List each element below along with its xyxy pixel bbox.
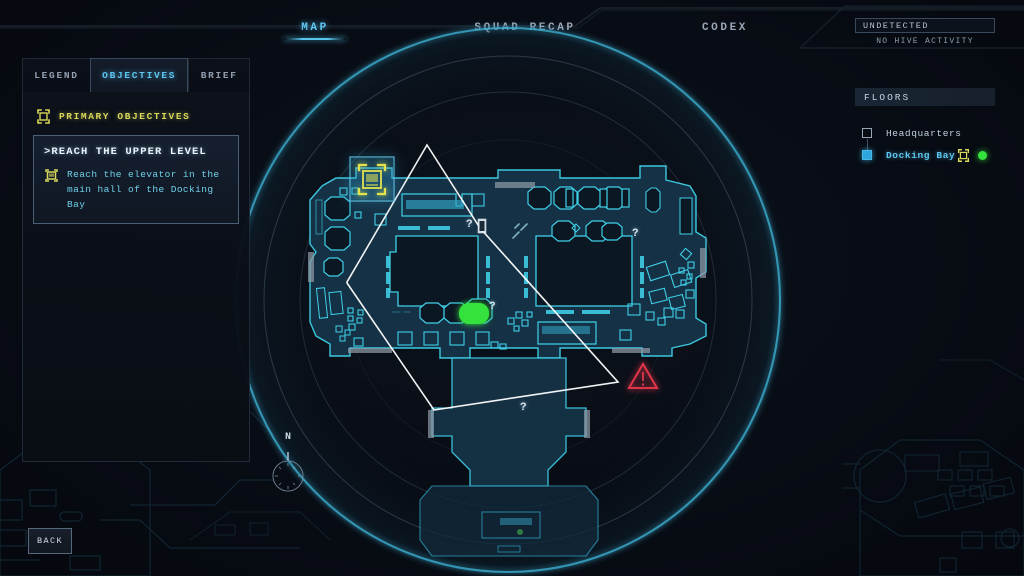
map-level-geometry [308, 165, 707, 557]
hive-activity-text: NO HIVE ACTIVITY [876, 37, 974, 46]
tab-legend[interactable]: LEGEND [22, 58, 90, 92]
left-info-panel: LEGEND OBJECTIVES BRIEF PRIMARY OBJECTIV… [22, 58, 250, 462]
floor-item-docking-bay[interactable]: Docking Bay [855, 144, 1005, 166]
primary-objectives-header: PRIMARY OBJECTIVES [35, 108, 239, 125]
radar-rings [233, 25, 783, 575]
unknown-marker-3: ? [489, 301, 496, 313]
floor-checkbox-docking-bay[interactable] [862, 150, 872, 160]
warning-triangle-icon [627, 362, 659, 389]
floor-label-headquarters: Headquarters [886, 127, 962, 139]
floor-label-docking-bay: Docking Bay [886, 149, 956, 161]
tab-codex-label: CODEX [701, 22, 748, 34]
tab-map-underline [284, 38, 346, 40]
map-screen: MAP SQUAD RECAP CODEX ? ? ? ? N LEGEND O… [0, 0, 1024, 576]
tab-map[interactable]: MAP [270, 22, 360, 40]
unknown-marker-2: ? [632, 228, 639, 240]
back-button-label: BACK [36, 536, 63, 546]
panel-tabs: LEGEND OBJECTIVES BRIEF [22, 58, 250, 92]
tab-brief-label: BRIEF [200, 70, 238, 81]
floors-header: FLOORS [855, 88, 995, 106]
objectives-panel-body: PRIMARY OBJECTIVES >REACH THE UPPER LEVE… [22, 92, 250, 462]
objective-title: >REACH THE UPPER LEVEL [44, 146, 207, 158]
tab-legend-label: LEGEND [34, 70, 79, 81]
squad-presence-dot [978, 150, 987, 160]
unknown-marker-1: ? [466, 219, 473, 231]
floor-item-headquarters[interactable]: Headquarters [855, 122, 1005, 156]
tab-brief[interactable]: BRIEF [188, 58, 250, 92]
back-button[interactable]: BACK [28, 528, 72, 554]
tab-codex[interactable]: CODEX [670, 22, 780, 34]
door-icon [477, 218, 487, 234]
floor-checkbox-headquarters[interactable] [862, 128, 872, 138]
compass-widget: N [272, 432, 318, 490]
floors-header-label: FLOORS [864, 91, 911, 103]
unknown-marker-4: ? [520, 402, 527, 414]
detection-status-box: UNDETECTED [855, 18, 995, 33]
top-nav: MAP SQUAD RECAP CODEX [270, 22, 830, 46]
tab-objectives-label: OBJECTIVES [102, 70, 177, 81]
floor-markers-docking-bay [956, 148, 1005, 163]
objective-card[interactable]: >REACH THE UPPER LEVEL Reach the elevato… [33, 135, 239, 224]
vision-cone-overlay [346, 143, 620, 411]
map-objective-marker[interactable] [349, 156, 395, 202]
primary-objectives-label: PRIMARY OBJECTIVES [59, 111, 191, 122]
tab-squad-recap[interactable]: SQUAD RECAP [460, 22, 590, 34]
tab-map-label: MAP [301, 22, 329, 34]
squad-blob-marker [459, 303, 489, 324]
objective-bracket-icon [37, 109, 50, 124]
objective-description: Reach the elevator in the main hall of t… [67, 169, 220, 210]
tab-objectives[interactable]: OBJECTIVES [89, 58, 189, 92]
floors-list: Headquarters Docking Bay [855, 122, 1005, 166]
tab-squad-recap-label: SQUAD RECAP [474, 22, 576, 34]
compass-north-label: N [285, 432, 292, 443]
objective-bracket-icon [957, 148, 970, 162]
detection-status-text: UNDETECTED [863, 20, 930, 31]
elevator-icon [45, 169, 58, 182]
